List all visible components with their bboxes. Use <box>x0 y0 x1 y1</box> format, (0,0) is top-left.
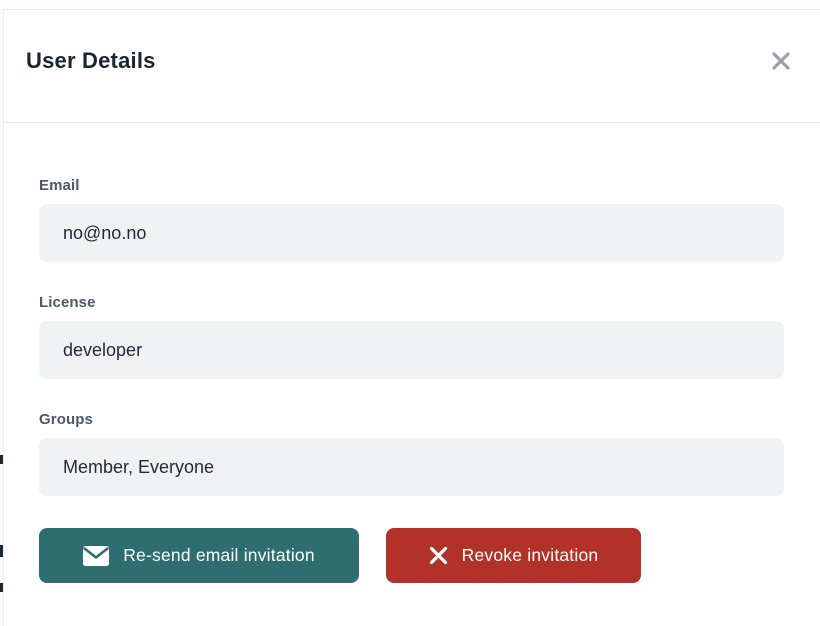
user-details-modal: User Details Email License Groups <box>3 9 820 626</box>
license-field[interactable] <box>39 321 784 379</box>
close-button[interactable] <box>765 46 797 78</box>
resend-invitation-label: Re-send email invitation <box>123 545 315 566</box>
email-label: Email <box>39 177 784 194</box>
license-field-group: License <box>39 294 784 379</box>
modal-body: Email License Groups Re-send email invit… <box>4 123 820 583</box>
envelope-icon <box>83 546 109 566</box>
revoke-invitation-label: Revoke invitation <box>462 545 599 566</box>
action-button-row: Re-send email invitation Revoke invitati… <box>39 528 820 583</box>
groups-field-group: Groups <box>39 411 784 496</box>
modal-title: User Details <box>26 48 156 74</box>
close-icon <box>770 50 792 75</box>
license-label: License <box>39 294 784 311</box>
resend-invitation-button[interactable]: Re-send email invitation <box>39 528 359 583</box>
groups-label: Groups <box>39 411 784 428</box>
email-field[interactable] <box>39 204 784 262</box>
email-field-group: Email <box>39 177 784 262</box>
groups-field[interactable] <box>39 438 784 496</box>
x-icon <box>429 546 448 565</box>
modal-header: User Details <box>4 10 820 123</box>
revoke-invitation-button[interactable]: Revoke invitation <box>386 528 641 583</box>
